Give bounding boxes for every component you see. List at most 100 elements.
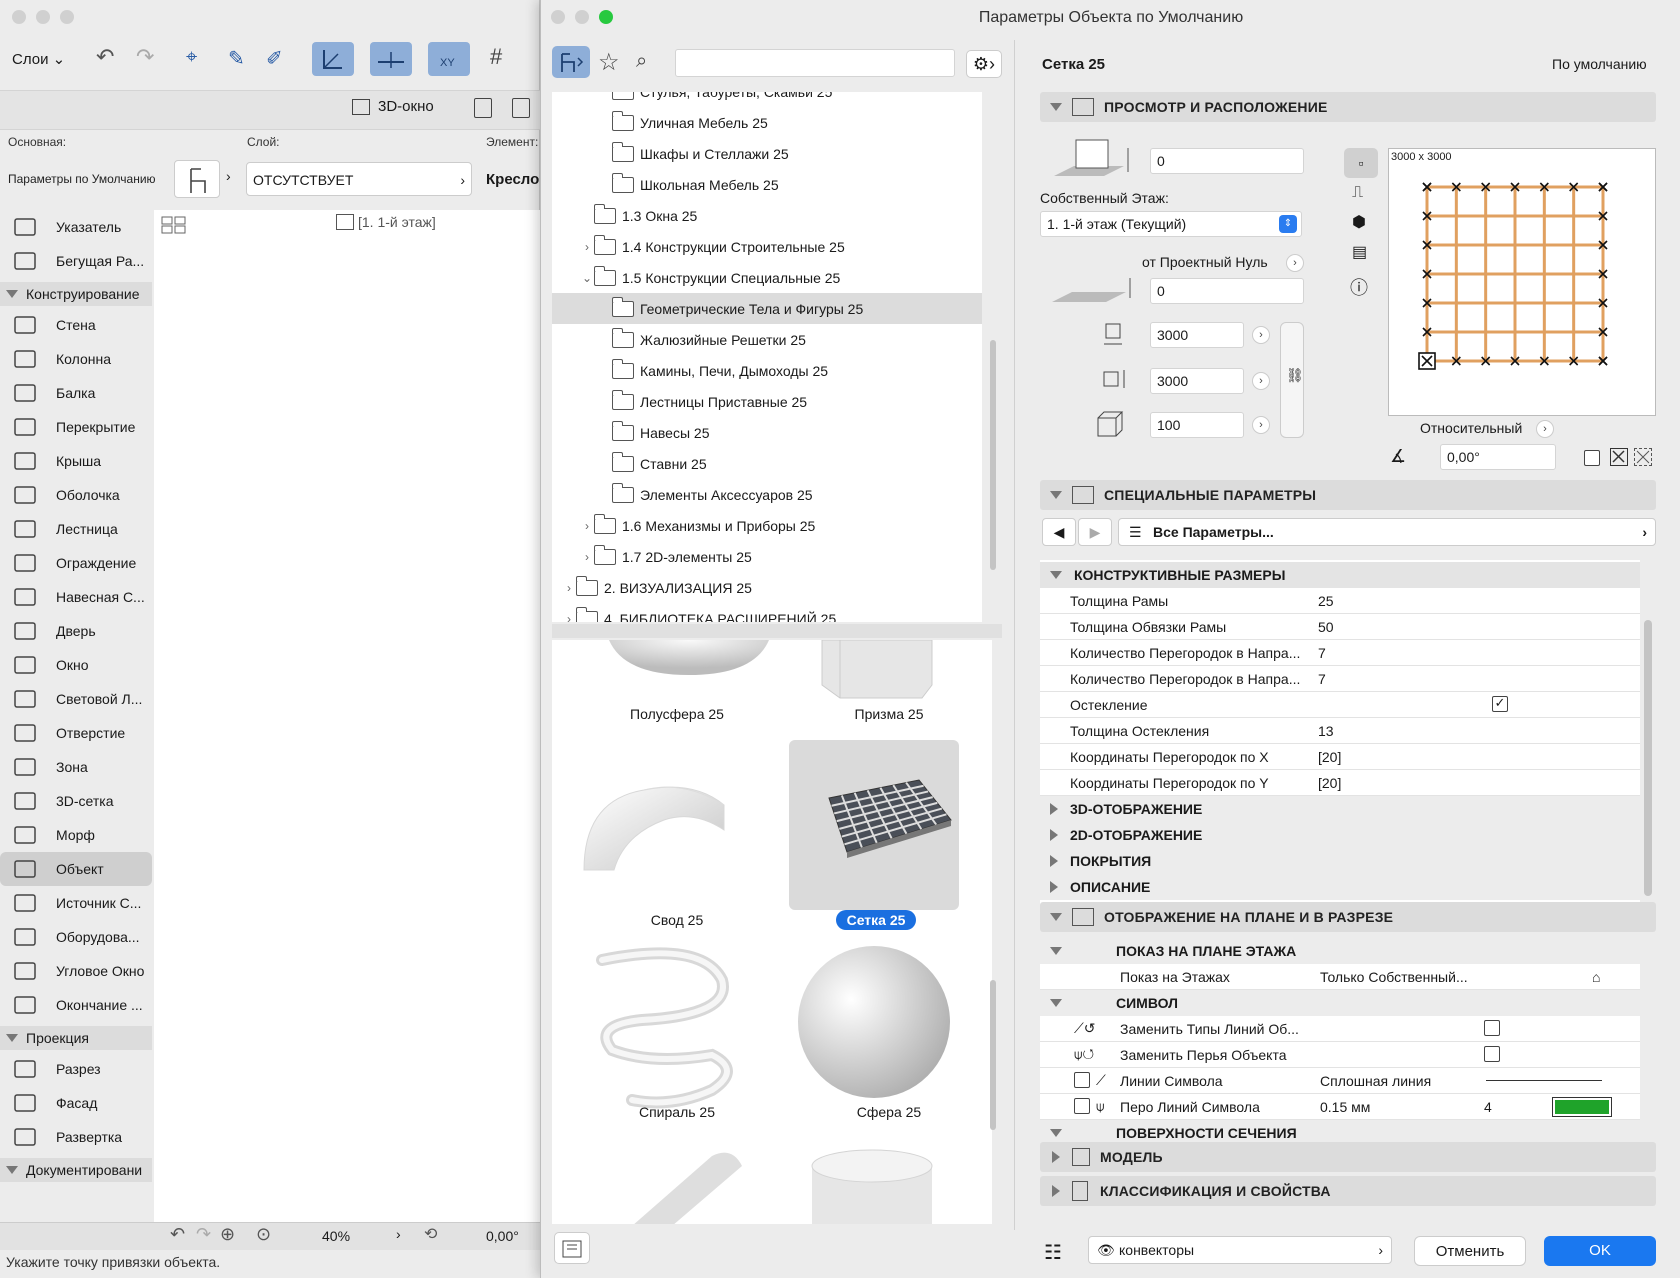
grid-snap-icon[interactable]: # [490, 44, 502, 70]
grid-thumb[interactable] [789, 740, 959, 910]
minimize-window-button[interactable] [36, 10, 50, 24]
sidebar-item[interactable]: Стена [0, 308, 152, 342]
angle-value[interactable]: 0,00° [486, 1228, 519, 1244]
disclosure-chevron-icon[interactable]: › [562, 612, 576, 623]
chevron-right-icon[interactable]: › [1252, 372, 1270, 390]
chevron-right-icon[interactable]: › [1286, 254, 1304, 272]
symbol-pen-checkbox[interactable] [1074, 1098, 1090, 1114]
sidebar-item[interactable]: Дверь [0, 614, 152, 648]
anchor-x-icon[interactable] [1610, 448, 1628, 466]
sidebar-item[interactable]: Источник С... [0, 886, 152, 920]
view-cube-icon[interactable] [512, 98, 530, 118]
group-symbol[interactable]: СИМВОЛ [1040, 990, 1640, 1016]
link-dimensions-toggle[interactable]: ⛓ [1280, 322, 1304, 438]
param-row[interactable]: Координаты Перегородок по X [20] [1040, 744, 1640, 770]
section-special-header[interactable]: СПЕЦИАЛЬНЫЕ ПАРАМЕТРЫ [1040, 480, 1656, 510]
sidebar-item[interactable]: Указатель [0, 210, 152, 244]
sidebar-item[interactable]: Бегущая Ра... [0, 244, 152, 278]
undo-icon[interactable]: ↶ [96, 44, 114, 70]
sidebar-item[interactable]: Навесная С... [0, 580, 152, 614]
spiral-thumb[interactable] [582, 940, 752, 1110]
next-page-button[interactable]: ▶ [1078, 518, 1112, 546]
ok-button[interactable]: OK [1544, 1236, 1656, 1266]
chevron-right-icon[interactable]: › [226, 168, 231, 184]
cancel-button[interactable]: Отменить [1414, 1236, 1526, 1266]
tree-item[interactable]: 1.3 Окна 25 [552, 200, 982, 231]
disclosure-chevron-icon[interactable]: › [562, 581, 576, 595]
search-icon[interactable]: ⌕ [636, 50, 647, 73]
section-plan-header[interactable]: ОТОБРАЖЕНИЕ НА ПЛАНЕ И В РАЗРЕЗЕ [1040, 902, 1656, 932]
sidebar-item[interactable]: Окно [0, 648, 152, 682]
mirror-checkbox[interactable] [1584, 450, 1600, 466]
rotation-angle-field[interactable]: 0,00° [1440, 444, 1556, 470]
height-field[interactable]: 100 [1150, 412, 1244, 438]
layer-footer-select[interactable]: 👁 конвекторы › [1088, 1236, 1392, 1264]
chevron-right-icon[interactable]: › [1252, 416, 1270, 434]
tree-item[interactable]: Лестницы Приставные 25 [552, 386, 982, 417]
sidebar-item[interactable]: Развертка [0, 1120, 152, 1154]
sidebar-section-header[interactable]: Проекция [0, 1026, 152, 1050]
plan-view-button[interactable]: ▫ [1344, 148, 1378, 178]
rotate-icon[interactable]: ⟲ [424, 1224, 437, 1244]
param-row[interactable]: Толщина Обвязки Рамы 50 [1040, 614, 1640, 640]
side-view-icon[interactable]: ⎍ [1352, 184, 1363, 202]
zoom-value[interactable]: 40% [322, 1228, 350, 1244]
layers-menu[interactable]: Слои ⌄ [12, 50, 65, 68]
close-window-button[interactable] [12, 10, 26, 24]
chevron-right-icon[interactable]: › [1252, 326, 1270, 344]
param-row[interactable]: ⍦ Перо Линий Символа 0.15 мм 4 [1040, 1094, 1640, 1120]
width-a-field[interactable]: 3000 [1150, 322, 1244, 348]
param-row[interactable]: Координаты Перегородок по Y [20] [1040, 770, 1640, 796]
splitter[interactable] [552, 624, 1002, 638]
thumbs-scrollbar[interactable] [990, 980, 996, 1130]
param-group[interactable]: ПОКРЫТИЯ [1040, 848, 1640, 874]
sidebar-item[interactable]: Оболочка [0, 478, 152, 512]
sidebar-item[interactable]: Лестница [0, 512, 152, 546]
param-row[interactable]: Показ на Этажах Только Собственный... ⌂ [1040, 964, 1640, 990]
vault-thumb[interactable] [574, 760, 744, 930]
tree-item[interactable]: Жалюзийные Решетки 25 [552, 324, 982, 355]
chevron-right-icon[interactable]: › [1536, 420, 1554, 438]
param-row[interactable]: ⍦↺ Заменить Перья Объекта [1040, 1042, 1640, 1068]
anchor-dashed-icon[interactable] [1634, 448, 1652, 466]
param-group[interactable]: 2D-ОТОБРАЖЕНИЕ [1040, 822, 1640, 848]
chair-icon[interactable] [174, 160, 220, 198]
zoom-window-button[interactable] [60, 10, 74, 24]
sidebar-item[interactable]: Перекрытие [0, 410, 152, 444]
prev-page-button[interactable]: ◀ [1042, 518, 1076, 546]
syringe-icon[interactable]: ✐ [266, 46, 283, 71]
param-row[interactable]: ⟋↺ Заменить Типы Линий Об... [1040, 1016, 1640, 1042]
tree-item[interactable]: Школьная Мебель 25 [552, 169, 982, 200]
basic-settings-value[interactable]: Параметры по Умолчанию [8, 172, 156, 186]
group-constr-dims[interactable]: КОНСТРУКТИВНЫЕ РАЗМЕРЫ [1040, 562, 1640, 588]
tree-item[interactable]: Навесы 25 [552, 417, 982, 448]
elevation-field[interactable]: 0 [1150, 148, 1304, 174]
sidebar-section-header[interactable]: Конструирование [0, 282, 152, 306]
override-lines-checkbox[interactable] [1484, 1020, 1500, 1036]
redo-icon[interactable]: ↷ [136, 44, 154, 70]
param-value[interactable]: 7 [1318, 671, 1326, 687]
tree-scrollbar[interactable] [990, 340, 996, 570]
navigator-grid-icon[interactable] [160, 214, 188, 236]
xy-coords-toggle[interactable]: XY [428, 42, 470, 76]
param-value[interactable]: 25 [1318, 593, 1334, 609]
override-pens-checkbox[interactable] [1484, 1046, 1500, 1062]
param-row[interactable]: Количество Перегородок в Напра... 7 [1040, 640, 1640, 666]
tree-item[interactable]: Уличная Мебель 25 [552, 107, 982, 138]
snap-guides-toggle[interactable] [370, 42, 412, 76]
favorites-star-icon[interactable]: ☆ [598, 48, 620, 77]
layer-select[interactable]: ОТСУТСТВУЕТ › [246, 162, 472, 196]
zoom-next-icon[interactable]: ↷ [196, 1224, 211, 1245]
film-icon[interactable]: ▤ [1352, 242, 1367, 262]
param-value[interactable]: 13 [1318, 723, 1334, 739]
tree-item[interactable]: Камины, Печи, Дымоходы 25 [552, 355, 982, 386]
disclosure-chevron-icon[interactable]: › [580, 519, 594, 533]
info-icon[interactable]: ⓘ [1350, 274, 1368, 300]
zoom-previous-icon[interactable]: ↶ [170, 1224, 185, 1245]
param-value[interactable]: 50 [1318, 619, 1334, 635]
group-show-on-plan[interactable]: ПОКАЗ НА ПЛАНЕ ЭТАЖА [1040, 938, 1640, 964]
floor-plan-canvas[interactable] [154, 210, 540, 1230]
param-row[interactable]: Остекление ✓ [1040, 692, 1640, 718]
symbol-lines-checkbox[interactable] [1074, 1072, 1090, 1088]
param-row[interactable]: Количество Перегородок в Напра... 7 [1040, 666, 1640, 692]
